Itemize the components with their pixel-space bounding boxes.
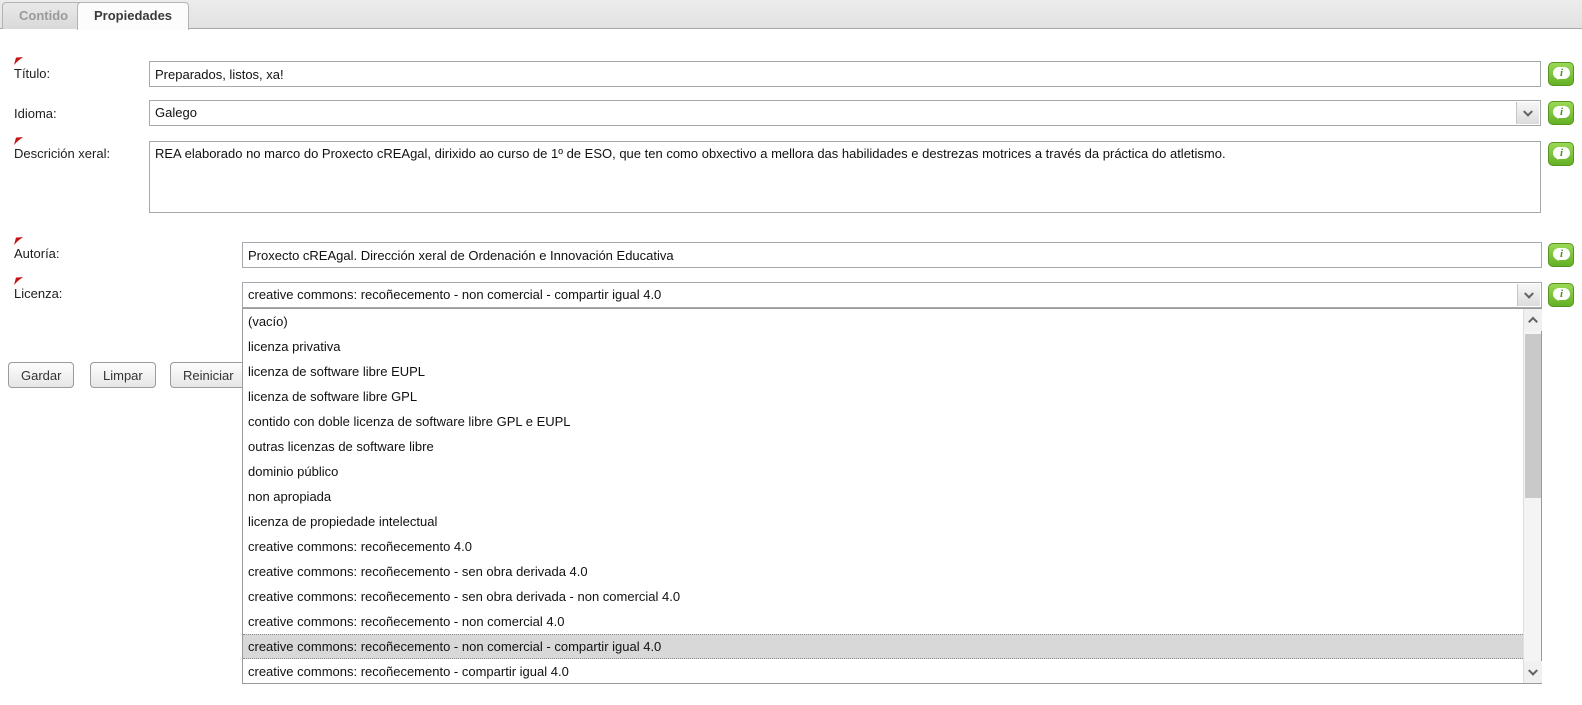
limpar-button[interactable]: Limpar [90, 362, 156, 388]
dropdown-option[interactable]: dominio público [243, 459, 1523, 484]
idioma-select[interactable]: Galego [149, 100, 1541, 126]
properties-form-page: Contido Propiedades Título: i Idioma: Ga… [0, 0, 1582, 705]
dropdown-option[interactable]: licenza de software libre GPL [243, 384, 1523, 409]
licenza-info-button[interactable]: i [1548, 283, 1574, 307]
scroll-up-button[interactable] [1524, 309, 1542, 331]
tab-propiedades[interactable]: Propiedades [77, 2, 189, 30]
licenza-dropdown-list: (vacío) licenza privativa licenza de sof… [242, 308, 1542, 684]
dropdown-option[interactable]: creative commons: recoñecemento - sen ob… [243, 584, 1523, 609]
dropdown-option-selected[interactable]: creative commons: recoñecemento - non co… [243, 634, 1523, 659]
idioma-info-button[interactable]: i [1548, 101, 1574, 125]
required-marker-icon [14, 137, 23, 145]
dropdown-options: (vacío) licenza privativa licenza de sof… [243, 309, 1523, 683]
reiniciar-button[interactable]: Reiniciar [170, 362, 247, 388]
tab-contido[interactable]: Contido [2, 2, 85, 29]
dropdown-option[interactable]: licenza privativa [243, 334, 1523, 359]
dropdown-option[interactable]: creative commons: recoñecemento - sen ob… [243, 559, 1523, 584]
titulo-input[interactable] [149, 61, 1541, 87]
chevron-down-icon [1524, 289, 1534, 299]
chevron-down-icon [1523, 107, 1533, 117]
dropdown-option[interactable]: outras licenzas de software libre [243, 434, 1523, 459]
info-icon: i [1553, 106, 1570, 118]
autoria-input[interactable] [242, 242, 1542, 268]
chevron-up-icon [1528, 317, 1538, 327]
scroll-down-button[interactable] [1524, 661, 1542, 683]
dropdown-option[interactable]: non apropiada [243, 484, 1523, 509]
descricion-textarea[interactable]: REA elaborado no marco do Proxecto cREAg… [149, 141, 1541, 213]
autoria-label: Autoría: [14, 246, 60, 261]
idioma-selected-value: Galego [155, 105, 197, 120]
licenza-label: Licenza: [14, 286, 62, 301]
dropdown-option[interactable]: contido con doble licenza de software li… [243, 409, 1523, 434]
gardar-button[interactable]: Gardar [8, 362, 74, 388]
info-icon: i [1553, 147, 1570, 159]
dropdown-option[interactable]: creative commons: recoñecemento 4.0 [243, 534, 1523, 559]
autoria-info-button[interactable]: i [1548, 243, 1574, 267]
dropdown-option[interactable]: licenza de propiedade intelectual [243, 509, 1523, 534]
info-icon: i [1553, 248, 1570, 260]
licenza-selected-value: creative commons: recoñecemento - non co… [248, 287, 661, 302]
dropdown-scrollbar[interactable] [1523, 309, 1541, 683]
required-marker-icon [14, 277, 23, 285]
chevron-down-icon [1528, 666, 1538, 676]
licenza-dropdown-button[interactable] [1517, 284, 1540, 306]
idioma-label: Idioma: [14, 106, 57, 121]
descricion-label: Descrición xeral: [14, 146, 110, 161]
tab-bar: Contido Propiedades [0, 0, 1582, 29]
titulo-label: Título: [14, 66, 50, 81]
dropdown-option[interactable]: (vacío) [243, 309, 1523, 334]
idioma-dropdown-button[interactable] [1516, 102, 1539, 124]
scrollbar-thumb[interactable] [1525, 334, 1541, 498]
titulo-info-button[interactable]: i [1548, 62, 1574, 86]
dropdown-option[interactable]: creative commons: recoñecemento - compar… [243, 659, 1523, 683]
dropdown-option[interactable]: creative commons: recoñecemento - non co… [243, 609, 1523, 634]
required-marker-icon [14, 237, 23, 245]
info-icon: i [1553, 67, 1570, 79]
dropdown-option[interactable]: licenza de software libre EUPL [243, 359, 1523, 384]
required-marker-icon [14, 57, 23, 65]
descricion-info-button[interactable]: i [1548, 142, 1574, 166]
info-icon: i [1553, 288, 1570, 300]
licenza-select[interactable]: creative commons: recoñecemento - non co… [242, 282, 1542, 308]
